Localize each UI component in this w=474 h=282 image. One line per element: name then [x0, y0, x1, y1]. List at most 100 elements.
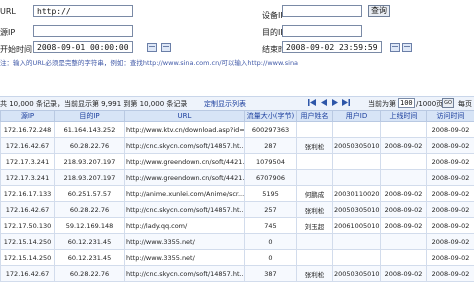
- cell-traffic: 257: [245, 202, 297, 218]
- cell-access-time: 2008-09-02: [427, 266, 474, 282]
- cell-access-time: 2008-09-02: [427, 170, 474, 186]
- clock-icon[interactable]: [402, 43, 412, 52]
- cell-src-ip: 172.17.3.241: [1, 170, 55, 186]
- url-input[interactable]: http://: [33, 5, 133, 17]
- cell-traffic: 6707906: [245, 170, 297, 186]
- first-page-icon[interactable]: [308, 99, 316, 106]
- cell-online-time: [381, 122, 427, 138]
- column-header-user-id[interactable]: 用户ID: [333, 111, 381, 122]
- start-time-input[interactable]: 2008-09-01 00:00:00: [33, 41, 133, 53]
- page-number-input[interactable]: 100: [398, 98, 415, 108]
- cell-traffic: 5195: [245, 186, 297, 202]
- cell-dst-ip: 60.28.22.76: [55, 266, 125, 282]
- cell-user-name: [297, 154, 333, 170]
- column-header-dst-ip[interactable]: 目的IP: [55, 111, 125, 122]
- cell-user-name: 张利松: [297, 138, 333, 154]
- cell-user-id: 20050305010: [333, 266, 381, 282]
- column-header-src-ip[interactable]: 源IP: [1, 111, 55, 122]
- cell-src-ip: 172.17.3.241: [1, 154, 55, 170]
- column-header-online-time[interactable]: 上线时间: [381, 111, 427, 122]
- table-row[interactable]: 172.17.3.241218.93.207.197http://www.gre…: [1, 170, 474, 186]
- table-row[interactable]: 172.17.3.241218.93.207.197http://www.gre…: [1, 154, 474, 170]
- cell-url[interactable]: http://www.3355.net/: [125, 250, 245, 266]
- clock-icon[interactable]: [161, 43, 171, 52]
- calendar-icon[interactable]: [147, 43, 157, 52]
- column-header-user-name[interactable]: 用户姓名: [297, 111, 333, 122]
- page-label: 当前为第: [368, 99, 396, 109]
- cell-url[interactable]: http://www.3355.net/: [125, 234, 245, 250]
- column-header-url[interactable]: URL: [125, 111, 245, 122]
- cell-traffic: 600297363: [245, 122, 297, 138]
- cell-url[interactable]: http://www.greendown.cn/soft/4421...: [125, 170, 245, 186]
- cell-src-ip: 172.15.14.250: [1, 234, 55, 250]
- table-header-row: 源IP 目的IP URL 流量大小(字节) 用户姓名 用户ID 上线时间 访问时…: [1, 111, 474, 122]
- per-page-label: 每页: [458, 99, 472, 109]
- cell-user-name: [297, 250, 333, 266]
- cell-user-id: [333, 234, 381, 250]
- calendar-icon[interactable]: [390, 43, 400, 52]
- cell-online-time: [381, 234, 427, 250]
- cell-src-ip: 172.15.14.250: [1, 250, 55, 266]
- cell-dst-ip: 60.251.57.57: [55, 186, 125, 202]
- cell-user-id: [333, 170, 381, 186]
- prev-page-icon[interactable]: [320, 99, 328, 106]
- table-row[interactable]: 172.16.42.6760.28.22.76http://cnc.skycn.…: [1, 202, 474, 218]
- cell-user-id: 20030110020: [333, 186, 381, 202]
- cell-access-time: 2008-09-02: [427, 122, 474, 138]
- cell-traffic: 0: [245, 250, 297, 266]
- cell-url[interactable]: http://www.ktv.cn/download.asp?id=...: [125, 122, 245, 138]
- table-row[interactable]: 172.16.17.13360.251.57.57http://anime.xu…: [1, 186, 474, 202]
- cell-user-id: 20050305010: [333, 138, 381, 154]
- table-row[interactable]: 172.15.14.25060.12.231.45http://www.3355…: [1, 234, 474, 250]
- traffic-log-table: 源IP 目的IP URL 流量大小(字节) 用户姓名 用户ID 上线时间 访问时…: [0, 110, 474, 282]
- cell-online-time: 2008-09-02: [381, 138, 427, 154]
- dst-ip-input[interactable]: [282, 25, 362, 37]
- cell-url[interactable]: http://cnc.skycn.com/soft/14857.ht...: [125, 266, 245, 282]
- next-page-icon[interactable]: [331, 99, 339, 106]
- src-ip-input[interactable]: [33, 25, 133, 37]
- url-label: URL: [0, 7, 16, 16]
- cell-user-name: [297, 170, 333, 186]
- column-header-access-time[interactable]: 访问时间: [427, 111, 474, 122]
- table-row[interactable]: 172.16.72.24861.164.143.252http://www.kt…: [1, 122, 474, 138]
- cell-dst-ip: 60.28.22.76: [55, 202, 125, 218]
- column-header-traffic[interactable]: 流量大小(字节): [245, 111, 297, 122]
- cell-user-name: 张利松: [297, 202, 333, 218]
- cell-online-time: 2008-09-02: [381, 266, 427, 282]
- cell-dst-ip: 218.93.207.197: [55, 154, 125, 170]
- cell-dst-ip: 60.12.231.45: [55, 234, 125, 250]
- go-label: GO: [444, 100, 452, 106]
- cell-user-id: [333, 154, 381, 170]
- cell-access-time: 2008-09-02: [427, 138, 474, 154]
- cell-online-time: [381, 170, 427, 186]
- cell-url[interactable]: http://anime.xunlei.com/Anime/scr...: [125, 186, 245, 202]
- go-button[interactable]: GO: [442, 98, 454, 108]
- end-time-input[interactable]: 2008-09-02 23:59:59: [282, 41, 382, 53]
- cell-src-ip: 172.16.72.248: [1, 122, 55, 138]
- cell-dst-ip: 60.12.231.45: [55, 250, 125, 266]
- table-row[interactable]: 172.15.14.25060.12.231.45http://www.3355…: [1, 250, 474, 266]
- cell-traffic: 0: [245, 234, 297, 250]
- cell-traffic: 287: [245, 138, 297, 154]
- cell-url[interactable]: http://cnc.skycn.com/soft/14857.ht...: [125, 202, 245, 218]
- device-ip-input[interactable]: [282, 5, 362, 17]
- cell-url[interactable]: http://www.greendown.cn/soft/4421...: [125, 154, 245, 170]
- cell-src-ip: 172.17.50.130: [1, 218, 55, 234]
- query-button[interactable]: 查询: [368, 5, 390, 17]
- table-row[interactable]: 172.17.50.13059.12.169.148http://lady.qq…: [1, 218, 474, 234]
- cell-access-time: 2008-09-02: [427, 186, 474, 202]
- cell-url[interactable]: http://lady.qq.com/: [125, 218, 245, 234]
- table-row[interactable]: 172.16.42.6760.28.22.76http://cnc.skycn.…: [1, 138, 474, 154]
- cell-access-time: 2008-09-02: [427, 154, 474, 170]
- cell-access-time: 2008-09-02: [427, 234, 474, 250]
- cell-src-ip: 172.16.42.67: [1, 266, 55, 282]
- customize-columns-link[interactable]: 定制显示列表: [204, 99, 246, 109]
- table-row[interactable]: 172.16.42.6760.28.22.76http://cnc.skycn.…: [1, 266, 474, 282]
- cell-access-time: 2008-09-02: [427, 202, 474, 218]
- cell-src-ip: 172.16.17.133: [1, 186, 55, 202]
- src-ip-label: 源IP: [0, 27, 15, 38]
- cell-user-name: 刘玉超: [297, 218, 333, 234]
- cell-url[interactable]: http://cnc.skycn.com/soft/14857.ht...: [125, 138, 245, 154]
- cell-access-time: 2008-09-02: [427, 250, 474, 266]
- last-page-icon[interactable]: [342, 99, 350, 106]
